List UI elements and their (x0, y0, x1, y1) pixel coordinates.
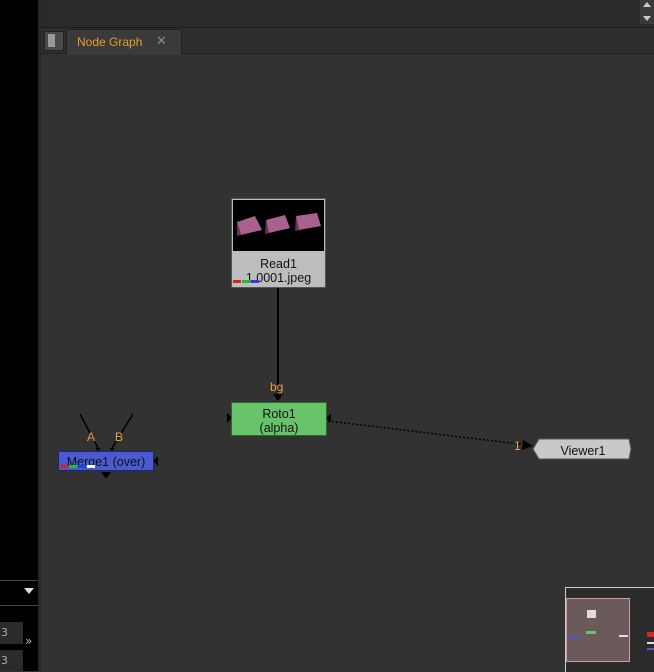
rgb-channel-indicator (233, 280, 259, 283)
edge-arrowhead (273, 394, 283, 401)
merge1-input-b-label: B (115, 430, 124, 444)
graph-edges (79, 287, 632, 479)
edge-arrowhead (522, 440, 533, 450)
read1-thumbnail (233, 200, 324, 251)
merge1-input-a-label: A (87, 430, 96, 444)
viewer1-input-index: 1 (514, 439, 521, 453)
roto1-subtitle: (alpha) (259, 421, 299, 435)
thumbnail-image (237, 213, 321, 236)
minimap-nodes (569, 610, 654, 650)
merge-output-arrow (101, 472, 111, 479)
roto1-title: Roto1 (262, 407, 296, 421)
merge1-channel-indicator (60, 465, 95, 468)
edge-roto-to-viewer (327, 420, 529, 446)
roto1-input-label: bg (270, 380, 284, 394)
read1-title: Read1 (260, 257, 297, 271)
viewer1-title: Viewer1 (560, 444, 606, 458)
